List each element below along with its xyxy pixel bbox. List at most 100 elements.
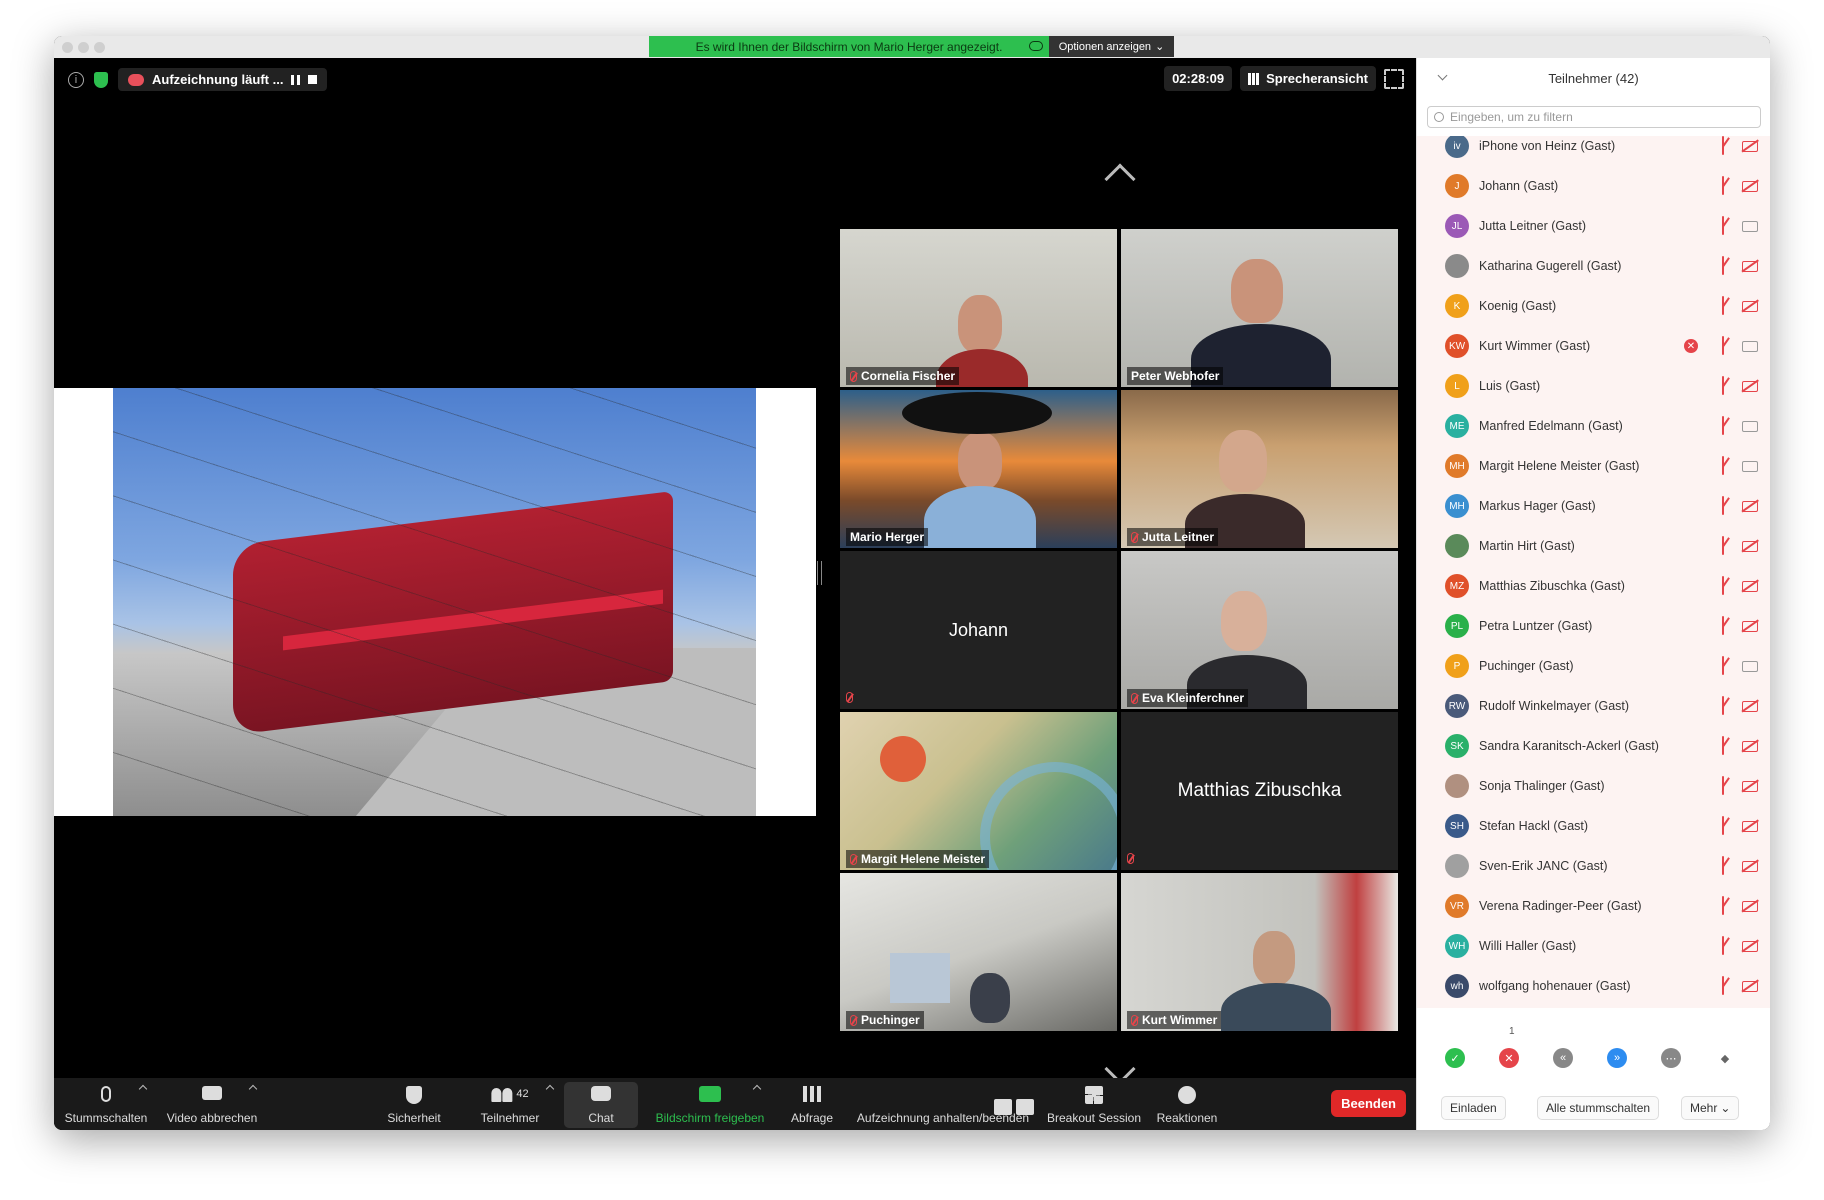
yes-check-icon[interactable]: ✓ bbox=[1445, 1048, 1465, 1068]
speaker-view-button[interactable]: Sprecheransicht bbox=[1240, 66, 1376, 91]
mic-muted-icon[interactable] bbox=[1722, 536, 1724, 555]
encryption-shield-icon[interactable] bbox=[94, 71, 108, 88]
mic-muted-icon[interactable] bbox=[1722, 416, 1724, 435]
participant-filter-input[interactable]: Eingeben, um zu filtern bbox=[1427, 106, 1761, 128]
mic-muted-icon[interactable] bbox=[1722, 456, 1724, 475]
participant-row[interactable]: K Koenig (Gast) bbox=[1417, 286, 1770, 326]
pause-recording-icon[interactable] bbox=[291, 74, 301, 85]
mic-muted-icon[interactable] bbox=[1722, 176, 1724, 195]
video-off-icon[interactable] bbox=[1742, 540, 1758, 552]
maximize-window-button[interactable] bbox=[94, 42, 105, 53]
mic-muted-icon[interactable] bbox=[1722, 776, 1724, 795]
participant-row[interactable]: ME Manfred Edelmann (Gast) bbox=[1417, 406, 1770, 446]
participant-row[interactable]: Sonja Thalinger (Gast) bbox=[1417, 766, 1770, 806]
video-tile[interactable]: Peter Webhofer bbox=[1121, 229, 1398, 387]
mic-muted-icon[interactable] bbox=[1722, 576, 1724, 595]
video-off-icon[interactable] bbox=[1742, 180, 1758, 192]
chat-button[interactable]: Chat bbox=[564, 1082, 638, 1128]
video-off-icon[interactable] bbox=[1742, 900, 1758, 912]
participant-row[interactable]: iv iPhone von Heinz (Gast) bbox=[1417, 136, 1770, 166]
video-off-icon[interactable] bbox=[1742, 260, 1758, 272]
video-camera-icon[interactable] bbox=[1742, 420, 1758, 432]
participant-row[interactable]: RW Rudolf Winkelmayer (Gast) bbox=[1417, 686, 1770, 726]
video-camera-icon[interactable] bbox=[1742, 220, 1758, 232]
mic-muted-icon[interactable] bbox=[1722, 376, 1724, 395]
video-tile[interactable]: Kurt Wimmer bbox=[1121, 873, 1398, 1031]
video-off-icon[interactable] bbox=[1742, 780, 1758, 792]
video-off-icon[interactable] bbox=[1742, 700, 1758, 712]
participant-row[interactable]: KW Kurt Wimmer (Gast) ✕ bbox=[1417, 326, 1770, 366]
mic-muted-icon[interactable] bbox=[1722, 256, 1724, 275]
participant-row[interactable]: SH Stefan Hackl (Gast) bbox=[1417, 806, 1770, 846]
more-reactions-icon[interactable]: ⋯ bbox=[1661, 1048, 1681, 1068]
pause-stop-recording-button[interactable]: Aufzeichnung anhalten/beenden bbox=[852, 1082, 1034, 1128]
mic-muted-icon[interactable] bbox=[1722, 936, 1724, 955]
video-tile[interactable]: Jutta Leitner bbox=[1121, 390, 1398, 548]
video-off-icon[interactable] bbox=[1742, 860, 1758, 872]
stop-recording-icon[interactable] bbox=[308, 75, 318, 84]
video-tile-no-video[interactable]: Johann bbox=[840, 551, 1117, 709]
mic-muted-icon[interactable] bbox=[1722, 296, 1724, 315]
info-icon[interactable]: i bbox=[68, 71, 84, 88]
participant-row[interactable]: P Puchinger (Gast) bbox=[1417, 646, 1770, 686]
fullscreen-icon[interactable] bbox=[1384, 68, 1404, 89]
mic-muted-icon[interactable] bbox=[1722, 656, 1724, 675]
video-camera-icon[interactable] bbox=[1742, 460, 1758, 472]
participants-options-caret-icon[interactable] bbox=[545, 1084, 555, 1094]
participant-row[interactable]: Sven-Erik JANC (Gast) bbox=[1417, 846, 1770, 886]
participant-row[interactable]: MH Markus Hager (Gast) bbox=[1417, 486, 1770, 526]
participant-row[interactable]: PL Petra Luntzer (Gast) bbox=[1417, 606, 1770, 646]
more-button[interactable]: Mehr ⌄ bbox=[1681, 1096, 1740, 1120]
mute-button[interactable]: Stummschalten bbox=[62, 1082, 150, 1128]
video-tile[interactable]: Eva Kleinferchner bbox=[1121, 551, 1398, 709]
end-meeting-button[interactable]: Beenden bbox=[1331, 1090, 1406, 1117]
mic-muted-icon[interactable] bbox=[1722, 976, 1724, 995]
video-off-icon[interactable] bbox=[1742, 500, 1758, 512]
video-tile-active-speaker[interactable]: Mario Herger bbox=[840, 390, 1117, 548]
participant-row[interactable]: WH Willi Haller (Gast) bbox=[1417, 926, 1770, 966]
view-options-button[interactable]: Optionen anzeigen ⌄ bbox=[1049, 36, 1174, 57]
slow-down-icon[interactable]: « bbox=[1553, 1048, 1573, 1068]
video-tile[interactable]: Margit Helene Meister bbox=[840, 712, 1117, 870]
mic-muted-icon[interactable] bbox=[1722, 856, 1724, 875]
participant-row[interactable]: VR Verena Radinger-Peer (Gast) bbox=[1417, 886, 1770, 926]
no-x-icon[interactable]: ✕ bbox=[1499, 1048, 1519, 1068]
video-off-icon[interactable] bbox=[1742, 740, 1758, 752]
view-splitter-handle[interactable] bbox=[817, 561, 822, 585]
mic-muted-icon[interactable] bbox=[1722, 136, 1724, 155]
invite-button[interactable]: Einladen bbox=[1441, 1096, 1506, 1120]
video-off-icon[interactable] bbox=[1742, 580, 1758, 592]
video-tile-no-video[interactable]: Matthias Zibuschka bbox=[1121, 712, 1398, 870]
mic-muted-icon[interactable] bbox=[1722, 896, 1724, 915]
video-off-icon[interactable] bbox=[1742, 300, 1758, 312]
mic-muted-icon[interactable] bbox=[1722, 736, 1724, 755]
speed-up-icon[interactable]: » bbox=[1607, 1048, 1627, 1068]
participant-row[interactable]: SK Sandra Karanitsch-Ackerl (Gast) bbox=[1417, 726, 1770, 766]
scroll-up-chevron-icon[interactable] bbox=[1104, 163, 1136, 195]
participant-row[interactable]: Martin Hirt (Gast) bbox=[1417, 526, 1770, 566]
security-button[interactable]: Sicherheit bbox=[384, 1082, 444, 1128]
video-off-icon[interactable] bbox=[1742, 940, 1758, 952]
participant-row[interactable]: Katharina Gugerell (Gast) bbox=[1417, 246, 1770, 286]
video-tile[interactable]: Puchinger bbox=[840, 873, 1117, 1031]
participant-row[interactable]: MZ Matthias Zibuschka (Gast) bbox=[1417, 566, 1770, 606]
participant-row[interactable]: MH Margit Helene Meister (Gast) bbox=[1417, 446, 1770, 486]
mic-muted-icon[interactable] bbox=[1722, 616, 1724, 635]
video-camera-icon[interactable] bbox=[1742, 660, 1758, 672]
reactions-button[interactable]: Reaktionen bbox=[1152, 1082, 1222, 1128]
video-tile[interactable]: Cornelia Fischer bbox=[840, 229, 1117, 387]
video-off-icon[interactable] bbox=[1742, 380, 1758, 392]
video-off-icon[interactable] bbox=[1742, 980, 1758, 992]
participant-row[interactable]: JL Jutta Leitner (Gast) bbox=[1417, 206, 1770, 246]
breakout-session-button[interactable]: Breakout Session bbox=[1044, 1082, 1144, 1128]
participant-row[interactable]: J Johann (Gast) bbox=[1417, 166, 1770, 206]
mic-muted-icon[interactable] bbox=[1722, 336, 1724, 355]
close-window-button[interactable] bbox=[62, 42, 73, 53]
participants-button[interactable]: 42 Teilnehmer bbox=[474, 1082, 546, 1128]
mic-muted-icon[interactable] bbox=[1722, 216, 1724, 235]
participant-row[interactable]: wh wolfgang hohenauer (Gast) bbox=[1417, 966, 1770, 1006]
stop-video-button[interactable]: Video abbrechen bbox=[164, 1082, 260, 1128]
poll-button[interactable]: Abfrage bbox=[782, 1082, 842, 1128]
video-camera-icon[interactable] bbox=[1742, 340, 1758, 352]
video-off-icon[interactable] bbox=[1742, 620, 1758, 632]
